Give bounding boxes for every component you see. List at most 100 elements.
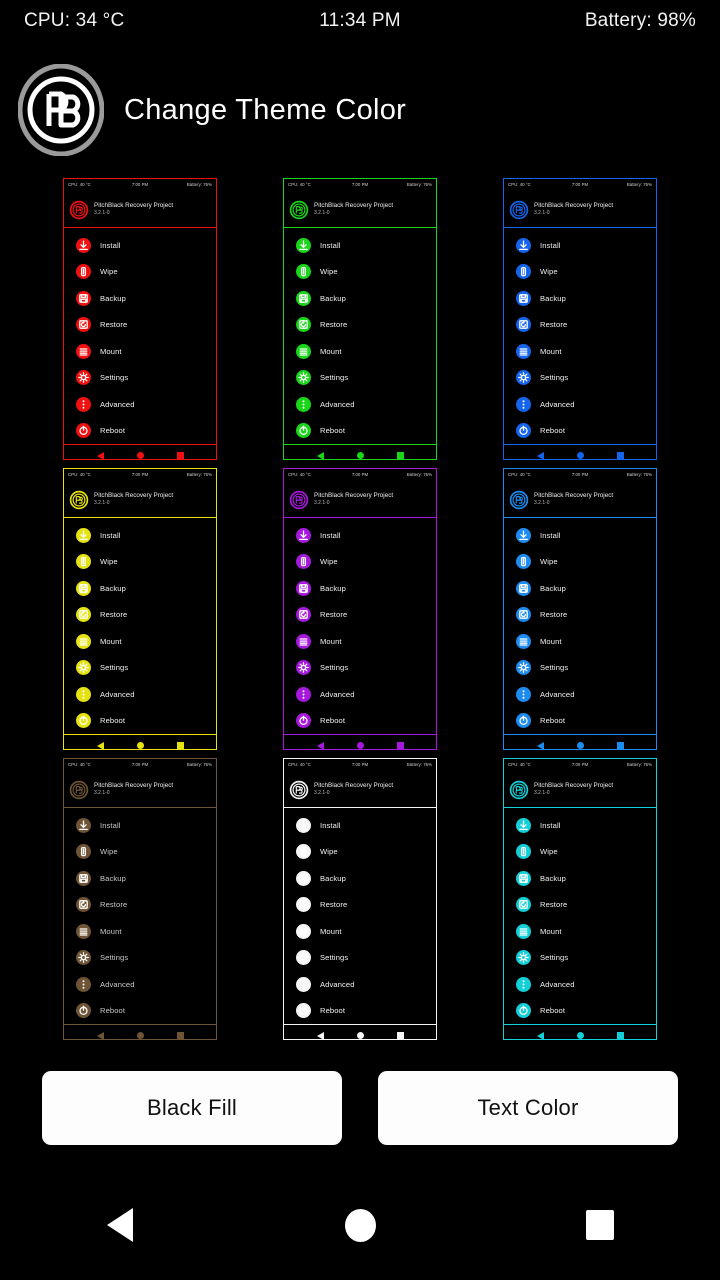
preview-menu-item-advanced[interactable]: Advanced [284,971,436,998]
nav-recents-square-icon[interactable] [396,742,404,749]
nav-recents-square-icon[interactable] [176,742,184,749]
preview-menu-item-advanced[interactable]: Advanced [284,681,436,708]
preview-menu-item-reboot[interactable]: Reboot [504,708,656,735]
preview-menu-item-mount[interactable]: Mount [284,338,436,365]
preview-menu-item-settings[interactable]: Settings [284,365,436,392]
system-recents-icon[interactable] [480,1210,720,1240]
nav-back-triangle-icon[interactable] [536,451,544,459]
preview-menu-item-mount[interactable]: Mount [64,918,216,945]
nav-back-triangle-icon[interactable] [536,1031,544,1039]
preview-menu-item-mount[interactable]: Mount [504,628,656,655]
preview-menu-item-restore[interactable]: Restore [64,602,216,629]
theme-preview-card-red[interactable]: CPU: 40 °C 7:00 PM Battery: 76% PitchBla… [63,178,217,460]
preview-menu-item-wipe[interactable]: Wipe [504,839,656,866]
theme-preview-card-light-blue[interactable]: CPU: 40 °C 7:00 PM Battery: 76% PitchBla… [503,468,657,750]
nav-back-triangle-icon[interactable] [96,1031,104,1039]
preview-menu-item-mount[interactable]: Mount [284,628,436,655]
nav-recents-square-icon[interactable] [616,452,624,459]
preview-menu-item-install[interactable]: Install [504,232,656,259]
preview-menu-item-mount[interactable]: Mount [504,338,656,365]
preview-menu-item-reboot[interactable]: Reboot [64,418,216,445]
nav-recents-square-icon[interactable] [396,452,404,459]
theme-preview-card-bronze[interactable]: CPU: 40 °C 7:00 PM Battery: 76% PitchBla… [63,758,217,1040]
preview-menu-item-mount[interactable]: Mount [504,918,656,945]
preview-menu-item-reboot[interactable]: Reboot [504,418,656,445]
preview-menu-item-settings[interactable]: Settings [284,655,436,682]
preview-menu-item-advanced[interactable]: Advanced [504,391,656,418]
black-fill-button[interactable]: Black Fill [42,1071,342,1145]
nav-back-triangle-icon[interactable] [316,741,324,749]
nav-home-circle-icon[interactable] [136,1032,144,1039]
preview-menu-item-backup[interactable]: Backup [64,575,216,602]
preview-menu-item-mount[interactable]: Mount [284,918,436,945]
preview-menu-item-reboot[interactable]: Reboot [504,998,656,1025]
preview-menu-item-install[interactable]: Install [284,522,436,549]
preview-menu-item-wipe[interactable]: Wipe [64,549,216,576]
preview-menu-item-reboot[interactable]: Reboot [64,708,216,735]
preview-menu-item-advanced[interactable]: Advanced [504,971,656,998]
preview-menu-item-wipe[interactable]: Wipe [284,549,436,576]
preview-menu-item-install[interactable]: Install [64,812,216,839]
preview-menu-item-advanced[interactable]: Advanced [64,391,216,418]
text-color-button[interactable]: Text Color [378,1071,678,1145]
nav-home-circle-icon[interactable] [576,1032,584,1039]
preview-menu-item-advanced[interactable]: Advanced [284,391,436,418]
nav-back-triangle-icon[interactable] [536,741,544,749]
nav-recents-square-icon[interactable] [616,742,624,749]
system-home-icon[interactable] [240,1208,480,1242]
preview-menu-item-restore[interactable]: Restore [504,892,656,919]
nav-home-circle-icon[interactable] [136,742,144,749]
preview-menu-item-settings[interactable]: Settings [504,945,656,972]
preview-menu-item-wipe[interactable]: Wipe [64,259,216,286]
nav-home-circle-icon[interactable] [576,452,584,459]
nav-home-circle-icon[interactable] [136,452,144,459]
preview-menu-item-install[interactable]: Install [64,232,216,259]
nav-back-triangle-icon[interactable] [96,741,104,749]
preview-menu-item-reboot[interactable]: Reboot [64,998,216,1025]
nav-recents-square-icon[interactable] [396,1032,404,1039]
preview-menu-item-backup[interactable]: Backup [504,285,656,312]
system-back-icon[interactable] [0,1208,240,1242]
preview-menu-item-reboot[interactable]: Reboot [284,708,436,735]
preview-menu-item-settings[interactable]: Settings [504,365,656,392]
preview-menu-item-reboot[interactable]: Reboot [284,418,436,445]
preview-menu-item-backup[interactable]: Backup [64,865,216,892]
preview-menu-item-install[interactable]: Install [284,232,436,259]
preview-menu-item-restore[interactable]: Restore [284,602,436,629]
preview-menu-item-backup[interactable]: Backup [284,865,436,892]
preview-menu-item-wipe[interactable]: Wipe [504,549,656,576]
preview-menu-item-backup[interactable]: Backup [284,285,436,312]
theme-preview-card-green[interactable]: CPU: 40 °C 7:00 PM Battery: 76% PitchBla… [283,178,437,460]
preview-menu-item-settings[interactable]: Settings [64,655,216,682]
preview-menu-item-wipe[interactable]: Wipe [504,259,656,286]
nav-back-triangle-icon[interactable] [316,451,324,459]
preview-menu-item-restore[interactable]: Restore [504,312,656,339]
nav-recents-square-icon[interactable] [176,452,184,459]
preview-menu-item-backup[interactable]: Backup [504,865,656,892]
preview-menu-item-install[interactable]: Install [64,522,216,549]
preview-menu-item-mount[interactable]: Mount [64,338,216,365]
theme-preview-card-cyan[interactable]: CPU: 40 °C 7:00 PM Battery: 76% PitchBla… [503,758,657,1040]
preview-menu-item-restore[interactable]: Restore [64,312,216,339]
preview-menu-item-backup[interactable]: Backup [504,575,656,602]
nav-back-triangle-icon[interactable] [316,1031,324,1039]
preview-menu-item-settings[interactable]: Settings [64,945,216,972]
preview-menu-item-reboot[interactable]: Reboot [284,998,436,1025]
preview-menu-item-mount[interactable]: Mount [64,628,216,655]
theme-preview-card-white[interactable]: CPU: 40 °C 7:00 PM Battery: 76% PitchBla… [283,758,437,1040]
preview-menu-item-restore[interactable]: Restore [284,312,436,339]
preview-menu-item-wipe[interactable]: Wipe [284,259,436,286]
preview-menu-item-install[interactable]: Install [504,812,656,839]
preview-menu-item-advanced[interactable]: Advanced [64,971,216,998]
preview-menu-item-restore[interactable]: Restore [504,602,656,629]
preview-menu-item-backup[interactable]: Backup [64,285,216,312]
preview-menu-item-settings[interactable]: Settings [504,655,656,682]
preview-menu-item-backup[interactable]: Backup [284,575,436,602]
preview-menu-item-advanced[interactable]: Advanced [504,681,656,708]
theme-preview-card-yellow[interactable]: CPU: 40 °C 7:00 PM Battery: 76% PitchBla… [63,468,217,750]
preview-menu-item-install[interactable]: Install [284,812,436,839]
preview-menu-item-wipe[interactable]: Wipe [64,839,216,866]
nav-back-triangle-icon[interactable] [96,451,104,459]
nav-home-circle-icon[interactable] [576,742,584,749]
theme-preview-card-purple[interactable]: CPU: 40 °C 7:00 PM Battery: 76% PitchBla… [283,468,437,750]
